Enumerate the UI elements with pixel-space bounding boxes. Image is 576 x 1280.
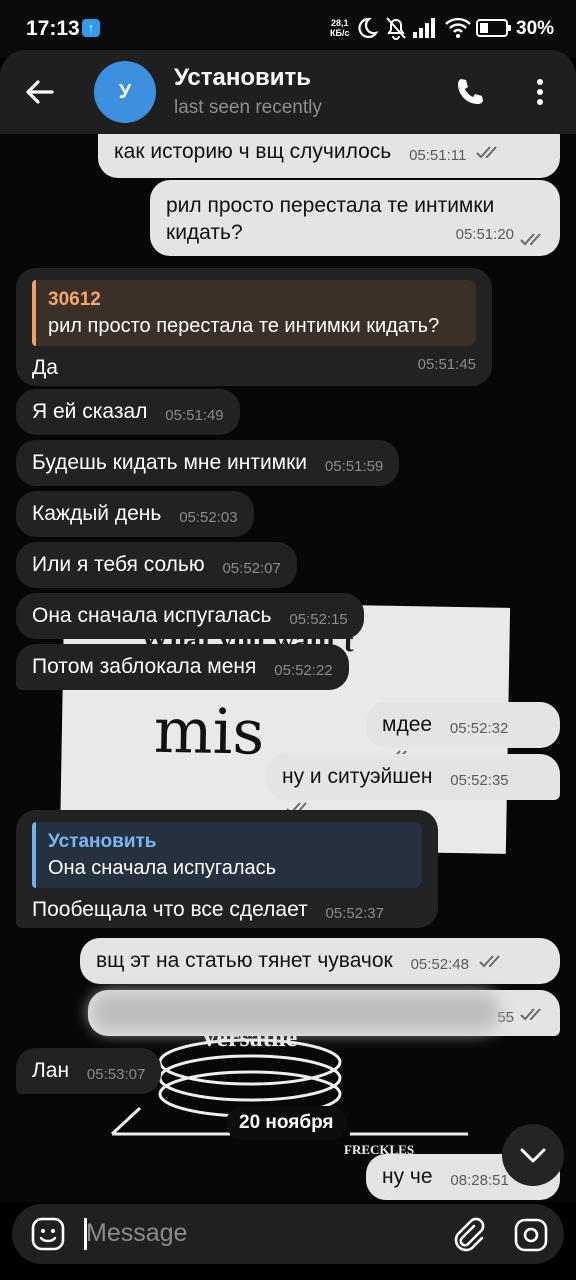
chat-subtitle: last seen recently [174, 97, 322, 118]
redacted-blur [90, 992, 500, 1032]
message-text: вщ эт на статью тянет чувачок [96, 949, 393, 972]
message-incoming[interactable]: Она сначала испугалась 05:52:15 [16, 593, 364, 639]
message-time: 05:52:03 [179, 509, 238, 526]
message-time: 55 [497, 1009, 514, 1026]
message-time: 05:51:59 [324, 458, 384, 475]
message-outgoing[interactable]: ну и ситуэйшен 05:52:35 [266, 754, 560, 815]
message-time: 05:52:48 [410, 956, 469, 973]
reply-quote[interactable]: Установить Она сначала испугалась [32, 822, 422, 888]
signal-icon [413, 18, 435, 38]
message-outgoing[interactable]: как историю ч вщ случилось 05:51:11 [98, 134, 560, 178]
more-vertical-icon[interactable] [526, 74, 554, 110]
wifi-icon [445, 17, 471, 38]
network-speed: 28,1 КБ/с [330, 18, 349, 38]
camera-icon[interactable] [512, 1216, 550, 1254]
network-speed-unit: КБ/с [330, 28, 350, 38]
message-text: Или я тебя солью [32, 553, 205, 576]
message-incoming[interactable]: 30612 рил просто перестала те интимки ки… [16, 268, 492, 386]
message-time: 05:51:20 [455, 226, 514, 243]
message-text: мдее [382, 713, 433, 736]
network-speed-value: 28,1 [330, 18, 349, 28]
message-time: 05:51:11 [409, 147, 467, 164]
battery-icon [476, 19, 511, 37]
message-text: Пообещала что все сделает [32, 898, 308, 921]
double-check-icon [476, 146, 497, 159]
chat-title[interactable]: Установить [174, 64, 311, 92]
status-time: 17:13 [26, 17, 80, 40]
message-time: 05:53:07 [86, 1066, 146, 1083]
double-check-icon [520, 233, 541, 246]
message-text: Да [32, 356, 58, 379]
message-text: Она сначала испугалась [32, 604, 272, 627]
message-text: ну и ситуэйшен [282, 765, 433, 788]
message-time: 05:51:49 [165, 407, 224, 424]
emoji-icon[interactable] [30, 1216, 66, 1252]
message-outgoing[interactable]: рил просто перестала те интимки кидать? … [150, 180, 560, 256]
message-incoming[interactable]: Будешь кидать мне интимки 05:51:59 [16, 440, 400, 486]
message-text: рил просто перестала те интимки кидать? [166, 194, 495, 244]
reply-author: Установить [48, 831, 157, 852]
message-time: 05:52:37 [325, 905, 384, 922]
message-time: 05:52:35 [450, 772, 509, 789]
message-time: 05:52:22 [274, 662, 333, 679]
message-text: как историю ч вщ случилось [114, 140, 392, 163]
message-input[interactable] [86, 1215, 416, 1251]
moon-icon [358, 17, 379, 39]
message-text: Потом заблокала меня [32, 655, 257, 678]
message-time: 05:52:07 [222, 560, 281, 577]
chevron-down-icon [520, 1148, 546, 1163]
message-incoming[interactable]: Я ей сказал 05:51:49 [16, 389, 240, 435]
message-text: ну че [382, 1165, 433, 1188]
message-incoming[interactable]: Потом заблокала меня 05:52:22 [16, 644, 349, 690]
avatar[interactable]: У [94, 61, 156, 123]
bell-off-icon [386, 17, 406, 40]
sticker-brand: FRECKLES [344, 1142, 414, 1154]
message-time: 05:52:15 [289, 611, 348, 628]
chat-header: У Установить last seen recently [0, 50, 576, 134]
message-time: 05:51:45 [417, 356, 476, 373]
message-incoming[interactable]: Установить Она сначала испугалась Пообещ… [16, 810, 438, 928]
message-incoming[interactable]: Или я тебя солью 05:52:07 [16, 542, 297, 588]
arrow-left-icon[interactable] [22, 74, 58, 110]
message-text: Лан [32, 1059, 70, 1082]
double-check-icon [479, 955, 500, 968]
reply-author: 30612 [48, 289, 101, 310]
message-outgoing[interactable]: мдее 05:52:32 [366, 702, 560, 763]
message-composer [12, 1204, 564, 1264]
message-time: 05:52:32 [449, 720, 509, 737]
paperclip-icon[interactable] [450, 1216, 486, 1252]
message-text: Будешь кидать мне интимки [32, 451, 308, 474]
app-notification-icon: ↑ [82, 19, 100, 37]
sticker-handwriting: mis [153, 693, 265, 769]
phone-icon[interactable] [452, 74, 488, 110]
message-text: Каждый день [32, 502, 162, 525]
message-incoming[interactable]: Лан 05:53:07 [16, 1048, 162, 1094]
chat-messages[interactable]: What you want t mis Versatile FRECKLES к… [0, 134, 576, 1202]
scroll-down-button[interactable] [502, 1124, 564, 1186]
reply-text: рил просто перестала те интимки кидать? [48, 315, 440, 337]
message-time: 08:28:51 [450, 1172, 509, 1189]
battery-percent: 30% [516, 18, 555, 39]
double-check-icon [520, 1008, 541, 1021]
message-text: Я ей сказал [32, 400, 148, 423]
date-separator: 20 ноября [226, 1106, 347, 1140]
reply-text: Она сначала испугалась [48, 857, 277, 879]
message-incoming[interactable]: Каждый день 05:52:03 [16, 491, 254, 537]
reply-quote[interactable]: 30612 рил просто перестала те интимки ки… [32, 280, 476, 346]
message-outgoing[interactable]: вщ эт на статью тянет чувачок 05:52:48 [80, 938, 560, 984]
